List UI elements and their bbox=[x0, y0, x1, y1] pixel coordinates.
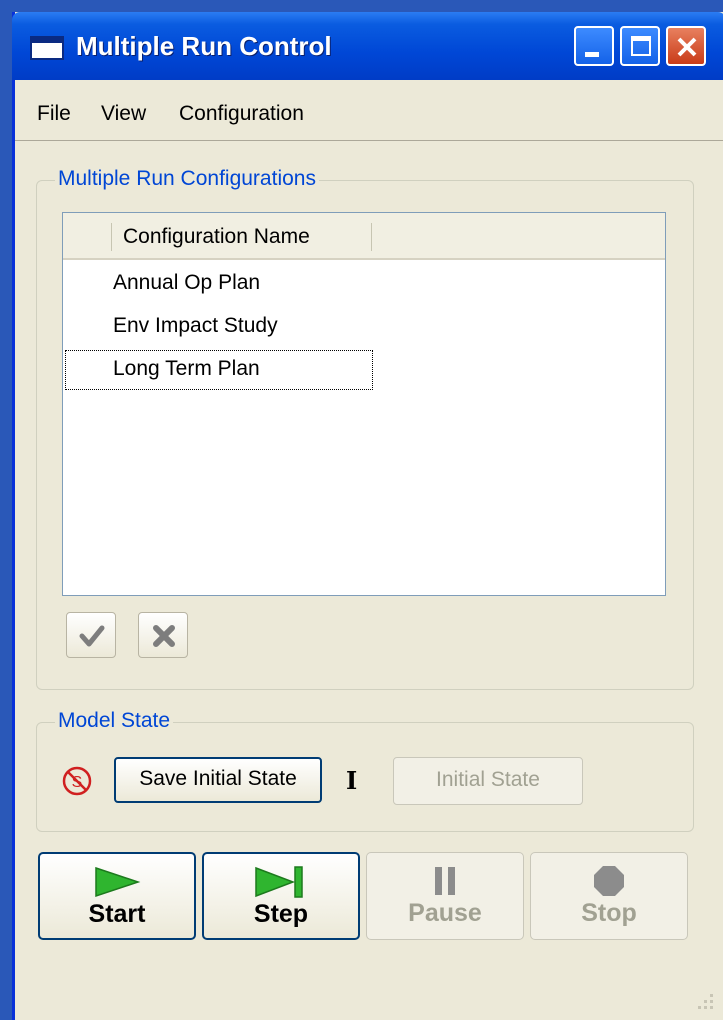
list-item-label: Env Impact Study bbox=[113, 314, 278, 337]
pause-icon bbox=[435, 867, 455, 895]
list-item[interactable]: Annual Op Plan bbox=[63, 263, 665, 305]
svg-text:S: S bbox=[72, 774, 83, 791]
disable-configuration-button[interactable] bbox=[138, 612, 188, 658]
configuration-list[interactable]: Configuration Name Annual Op Plan Env Im… bbox=[62, 212, 666, 596]
title-bar[interactable]: Multiple Run Control bbox=[12, 12, 723, 80]
stop-button: Stop bbox=[530, 852, 688, 940]
play-icon bbox=[95, 866, 141, 898]
close-button[interactable] bbox=[666, 26, 706, 66]
menu-file[interactable]: File bbox=[37, 102, 71, 126]
list-header: Configuration Name bbox=[63, 213, 665, 260]
step-label: Step bbox=[253, 900, 309, 928]
model-state-group-label: Model State bbox=[55, 709, 174, 733]
pause-button: Pause bbox=[366, 852, 524, 940]
maximize-button[interactable] bbox=[620, 26, 660, 66]
column-divider[interactable] bbox=[371, 223, 372, 251]
save-initial-state-button[interactable]: Save Initial State bbox=[114, 757, 322, 803]
x-icon bbox=[153, 625, 175, 647]
column-divider[interactable] bbox=[111, 223, 112, 251]
stop-icon bbox=[594, 866, 624, 896]
start-button[interactable]: Start bbox=[38, 852, 196, 940]
menu-configuration[interactable]: Configuration bbox=[179, 102, 304, 126]
checkmark-icon bbox=[79, 625, 105, 647]
column-header-configuration-name[interactable]: Configuration Name bbox=[123, 225, 310, 249]
enable-configuration-button[interactable] bbox=[66, 612, 116, 658]
no-saved-state-icon: S bbox=[62, 766, 92, 796]
pause-label: Pause bbox=[408, 899, 482, 927]
window-title: Multiple Run Control bbox=[76, 31, 332, 61]
initial-state-button: Initial State bbox=[393, 757, 583, 805]
configurations-group-label: Multiple Run Configurations bbox=[55, 167, 319, 191]
step-icon bbox=[255, 866, 303, 898]
text-cursor-icon: I bbox=[346, 766, 358, 795]
list-item[interactable]: Long Term Plan bbox=[63, 349, 665, 391]
close-icon bbox=[677, 37, 697, 57]
list-item[interactable]: Env Impact Study bbox=[63, 306, 665, 348]
minimize-button[interactable] bbox=[574, 26, 614, 66]
start-label: Start bbox=[88, 900, 146, 928]
menu-bar: File View Configuration bbox=[15, 80, 723, 141]
stop-label: Stop bbox=[581, 899, 637, 927]
menu-view[interactable]: View bbox=[101, 102, 146, 126]
step-button[interactable]: Step bbox=[202, 852, 360, 940]
window-icon bbox=[30, 36, 64, 60]
resize-grip-icon[interactable] bbox=[690, 990, 716, 1016]
list-item-label: Annual Op Plan bbox=[113, 271, 261, 294]
list-item-label: Long Term Plan bbox=[113, 357, 260, 380]
